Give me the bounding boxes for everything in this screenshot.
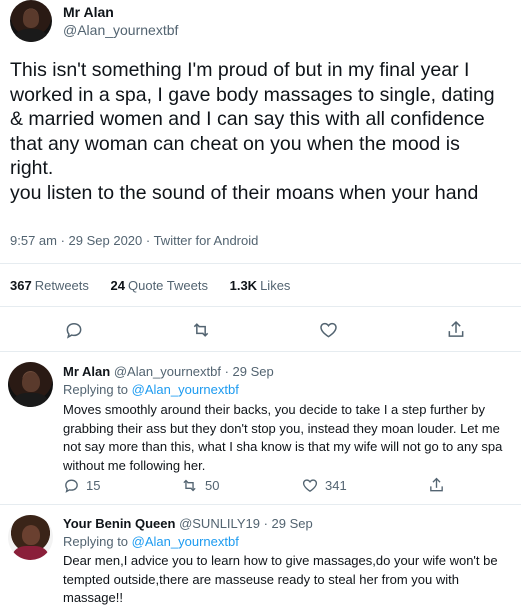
replying-to-label: Replying to (63, 534, 129, 549)
reply-date[interactable]: · 29 Sep (264, 516, 313, 531)
author-handle[interactable]: @Alan_yournextbf (63, 22, 178, 38)
retweets-count: 367 (10, 278, 32, 293)
avatar-shirt (15, 28, 47, 42)
reply-text: Moves smoothly around their backs, you d… (63, 401, 502, 475)
retweet-icon (183, 479, 196, 492)
retweet-button[interactable] (190, 320, 212, 340)
avatar-face (21, 524, 40, 545)
reply-text: Dear men,I advice you to learn how to gi… (63, 552, 498, 608)
retweet-button[interactable]: 50 (180, 477, 219, 494)
avatar[interactable] (8, 515, 53, 560)
divider (0, 351, 521, 352)
tweet-stats: 367 Retweets 24 Quote Tweets 1.3K Likes (10, 278, 308, 293)
replying-to-handle[interactable]: @Alan_yournextbf (132, 382, 239, 397)
share-icon (430, 477, 443, 492)
share-button[interactable] (446, 319, 466, 340)
like-button[interactable]: 341 (301, 477, 347, 494)
share-button[interactable] (428, 476, 445, 494)
divider (0, 504, 521, 505)
divider (0, 306, 521, 307)
tweet-text: This isn't something I'm proud of but in… (10, 58, 520, 205)
replying-to-handle[interactable]: @Alan_yournextbf (132, 534, 239, 549)
quotes-count: 24 (110, 278, 125, 293)
replying-to: Replying to @Alan_yournextbf (63, 534, 239, 549)
retweet-count: 50 (205, 478, 220, 493)
reply-count: 15 (86, 478, 101, 493)
reply-button[interactable]: 15 (63, 477, 100, 494)
avatar-face (21, 371, 40, 392)
like-button[interactable] (318, 320, 339, 340)
replying-to: Replying to @Alan_yournextbf (63, 382, 239, 397)
reply-text-line: Dear men,I advice you to learn how to gi… (63, 553, 498, 568)
reply-text-line: without me following her. (63, 457, 206, 473)
avatar[interactable] (8, 362, 53, 407)
reply-author-handle[interactable]: @SUNLILY19 (179, 516, 260, 531)
avatar-shirt (13, 545, 48, 560)
replying-to-label: Replying to (63, 382, 129, 397)
divider (0, 263, 521, 264)
reply-header: Mr Alan @Alan_yournextbf · 29 Sep (63, 364, 274, 379)
heart-icon (302, 479, 318, 492)
reply-icon (66, 322, 82, 339)
reply-icon (65, 479, 78, 493)
quotes-stat[interactable]: 24 Quote Tweets (111, 278, 208, 293)
avatar-face (22, 9, 40, 28)
reply-text-line: not say more than this, what I sha know … (63, 439, 503, 454)
share-icon (448, 320, 464, 337)
tweet-timestamp[interactable]: 9:57 am · 29 Sep 2020 · Twitter for Andr… (10, 233, 258, 248)
like-count: 341 (325, 478, 347, 493)
reply-text-line: grabbing their ass but they don't stop y… (63, 420, 500, 436)
likes-count: 1.3K (229, 278, 258, 293)
tweet-text-line: that any woman can cheat on you when the… (10, 132, 460, 155)
retweet-icon (193, 323, 209, 337)
reply-button[interactable] (64, 320, 84, 340)
author-name[interactable]: Mr Alan (63, 4, 114, 20)
quotes-label: Quote Tweets (128, 278, 208, 293)
reply-header: Your Benin Queen @SUNLILY19 · 29 Sep (63, 516, 313, 531)
tweet-text-line: & married women and I can say this with … (10, 108, 485, 130)
reply-author-name[interactable]: Mr Alan (63, 364, 110, 379)
avatar[interactable] (10, 0, 52, 42)
retweets-stat[interactable]: 367 Retweets (10, 278, 89, 293)
avatar-shirt (13, 392, 48, 407)
reply-text-line: massage!! (63, 590, 123, 605)
tweet-text-line: right. (10, 157, 54, 179)
likes-stat[interactable]: 1.3K Likes (230, 278, 291, 293)
tweet-text-line: you listen to the sound of their moans w… (10, 181, 479, 204)
tweet-text-line: This isn't something I'm proud of but in… (10, 59, 470, 81)
likes-label: Likes (260, 278, 291, 293)
reply-author-name[interactable]: Your Benin Queen (63, 516, 175, 531)
reply-text-line: Moves smoothly around their backs, you d… (63, 402, 485, 417)
retweets-label: Retweets (34, 278, 89, 293)
tweet-text-line: worked in a spa, I gave body massages to… (10, 83, 495, 106)
reply-text-line: tempted outside,there are masseuse ready… (63, 571, 459, 587)
reply-date[interactable]: · 29 Sep (225, 364, 274, 379)
reply-author-handle[interactable]: @Alan_yournextbf (114, 364, 221, 379)
heart-icon (320, 322, 337, 338)
